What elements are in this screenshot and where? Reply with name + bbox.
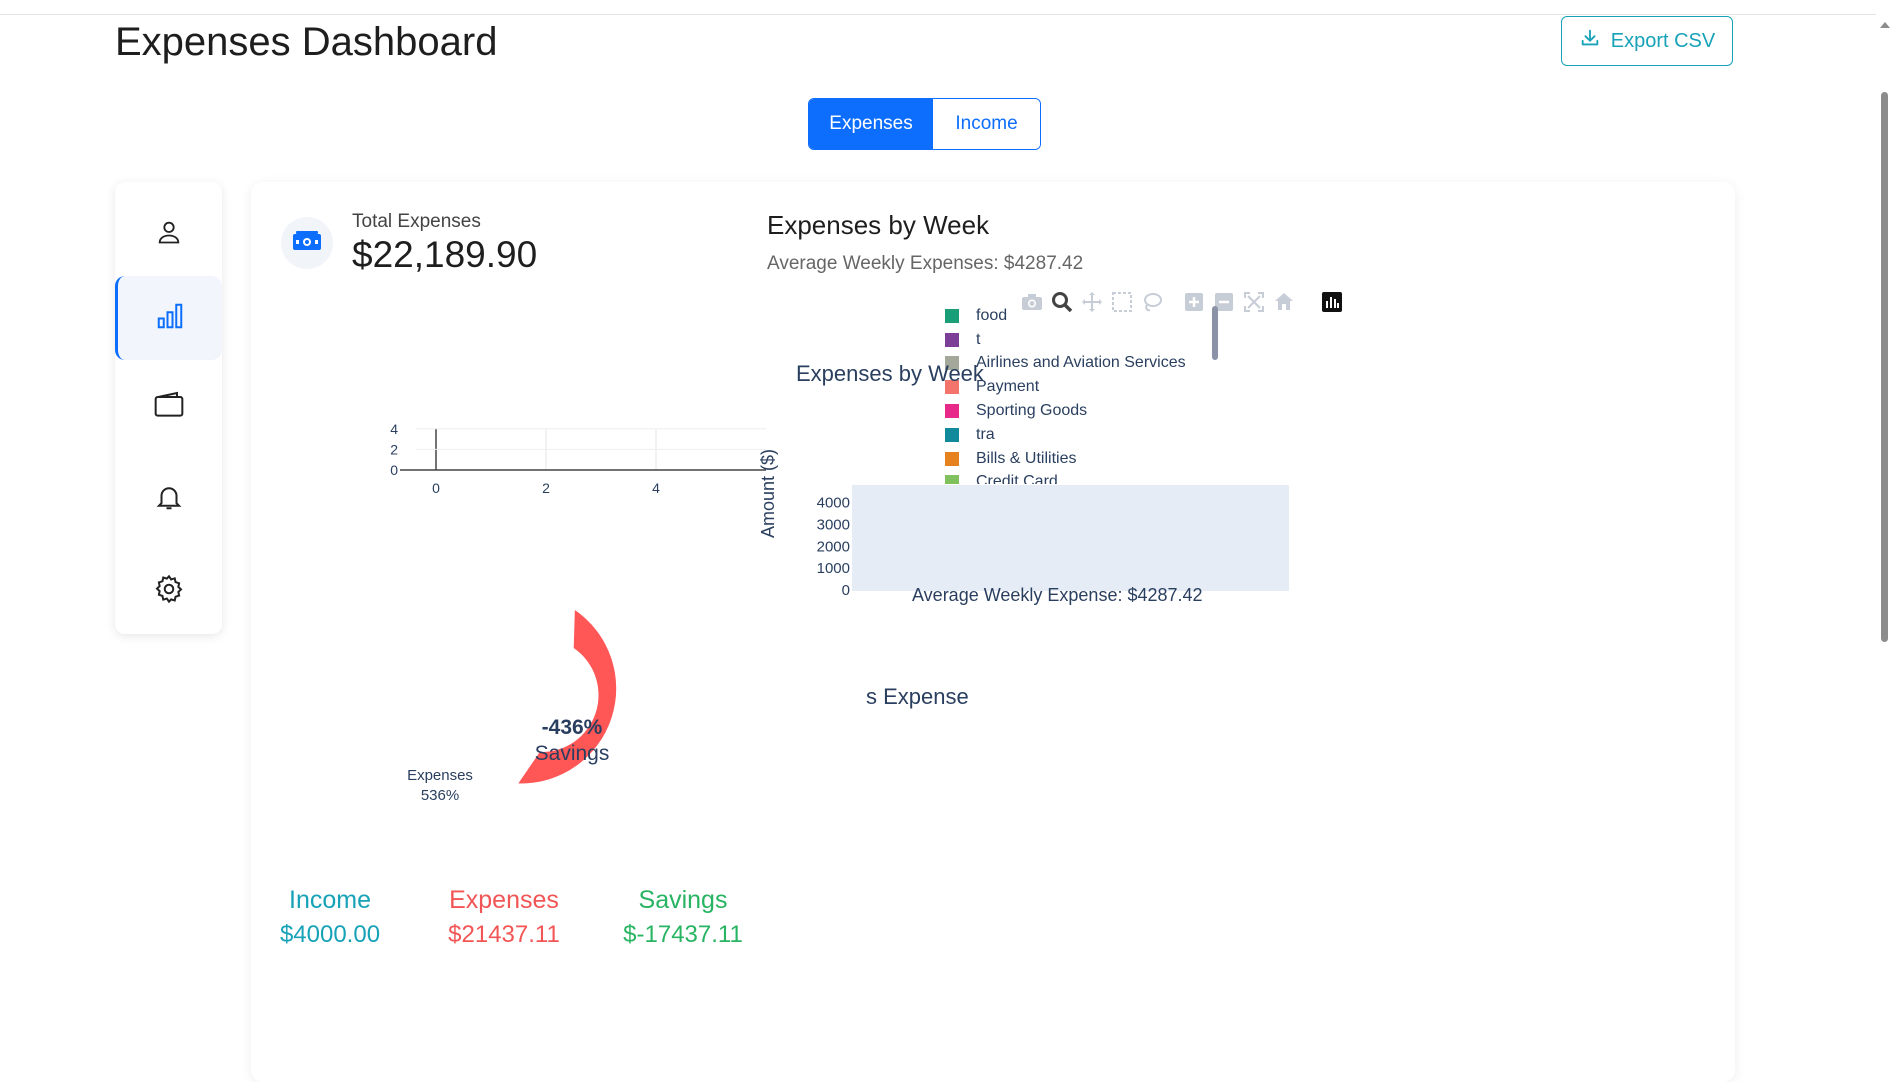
legend-label: t bbox=[976, 330, 981, 348]
sidebar-item-notifications[interactable] bbox=[115, 457, 222, 541]
summary-expenses: Expenses $21437.11 bbox=[444, 886, 564, 949]
wallet-icon bbox=[153, 389, 185, 426]
y-tick-label: 0 bbox=[842, 582, 850, 599]
legend-item[interactable]: Bills & Utilities bbox=[945, 447, 1230, 471]
y-tick-label: 4 bbox=[390, 421, 398, 437]
x-tick-label: 4 bbox=[652, 480, 660, 496]
sidebar bbox=[115, 182, 222, 634]
legend-label: Payment bbox=[976, 378, 1040, 396]
chart-legend: food t Airlines and Aviation Services Payme… bbox=[945, 304, 1230, 484]
autoscale-icon[interactable] bbox=[1242, 290, 1266, 314]
legend-item[interactable]: tra bbox=[945, 423, 1230, 447]
donut-slice-pct: 536% bbox=[421, 787, 459, 804]
total-expenses-label: Total Expenses bbox=[352, 211, 481, 232]
legend-label: tra bbox=[976, 425, 995, 443]
legend-item[interactable]: Sporting Goods bbox=[945, 399, 1230, 423]
legend-item[interactable]: Airlines and Aviation Services bbox=[945, 352, 1230, 376]
y-tick-label: 2 bbox=[390, 441, 398, 457]
legend-swatch bbox=[945, 332, 959, 347]
expenses-label: Expenses bbox=[449, 886, 559, 914]
weekly-plot-title: Expenses by Week bbox=[796, 361, 984, 386]
income-value: $4000.00 bbox=[279, 921, 381, 948]
savings-donut-chart: -436% Savings Expenses 536% bbox=[407, 610, 617, 804]
y-tick-label: 4000 bbox=[817, 495, 850, 512]
sidebar-item-wallet[interactable] bbox=[115, 365, 222, 449]
expenses-value: $21437.11 bbox=[448, 921, 560, 948]
donut-center-value: -436% bbox=[542, 716, 603, 739]
empty-line-chart: 0 2 4 0 2 4 bbox=[390, 421, 766, 496]
home-icon[interactable] bbox=[1272, 290, 1296, 314]
legend-swatch bbox=[945, 308, 959, 323]
x-tick-label: 0 bbox=[432, 480, 440, 496]
view-toggle: Expenses Income bbox=[808, 98, 1041, 150]
export-csv-button[interactable]: Export CSV bbox=[1561, 16, 1733, 66]
weekly-section-title: Expenses by Week bbox=[767, 210, 990, 240]
cash-icon bbox=[291, 229, 323, 258]
y-tick-label: 2000 bbox=[817, 538, 850, 555]
legend-item[interactable]: t bbox=[945, 328, 1230, 352]
legend-label: Airlines and Aviation Services bbox=[976, 354, 1186, 372]
legend-label: Sporting Goods bbox=[976, 402, 1088, 420]
x-tick-label: 2 bbox=[542, 480, 550, 496]
tab-expenses[interactable]: Expenses bbox=[809, 99, 933, 149]
average-annotation: Average Weekly Expense: $4287.42 bbox=[912, 585, 1203, 605]
sidebar-item-settings[interactable] bbox=[115, 549, 222, 633]
savings-value: $-17437.11 bbox=[623, 921, 743, 948]
legend-swatch bbox=[945, 427, 959, 442]
legend-item[interactable]: food bbox=[945, 304, 1230, 328]
y-tick-label: 3000 bbox=[817, 517, 850, 534]
y-axis-title: Amount ($) bbox=[758, 448, 778, 538]
summary-income: Income $4000.00 bbox=[270, 886, 390, 949]
scroll-up-icon[interactable] bbox=[1879, 20, 1891, 30]
gear-icon bbox=[153, 573, 185, 610]
page-title: Expenses Dashboard bbox=[115, 20, 498, 64]
tab-income[interactable]: Income bbox=[933, 99, 1040, 149]
donut-slice-label: Expenses bbox=[407, 767, 473, 784]
savings-label: Savings bbox=[638, 886, 728, 914]
second-plot-title: s Expense bbox=[866, 684, 969, 709]
legend-swatch bbox=[945, 451, 959, 466]
y-tick-label: 1000 bbox=[817, 560, 850, 577]
donut-center-label: Savings bbox=[535, 742, 610, 765]
export-csv-label: Export CSV bbox=[1610, 29, 1716, 52]
bell-icon bbox=[154, 482, 184, 517]
legend-scrollbar[interactable] bbox=[1212, 306, 1218, 360]
income-label: Income bbox=[289, 886, 371, 914]
page-scrollbar-thumb[interactable] bbox=[1881, 92, 1888, 642]
bar-chart-icon bbox=[155, 301, 185, 336]
legend-label: food bbox=[976, 306, 1008, 324]
legend-item[interactable]: Payment bbox=[945, 375, 1230, 399]
sidebar-item-profile[interactable] bbox=[115, 192, 222, 276]
top-divider bbox=[0, 14, 1876, 15]
total-icon-circle bbox=[281, 217, 333, 269]
sidebar-item-analytics[interactable] bbox=[115, 276, 222, 360]
weekly-average-text: Average Weekly Expenses: $4287.42 bbox=[767, 253, 1084, 274]
download-icon bbox=[1579, 27, 1601, 55]
y-tick-label: 0 bbox=[390, 462, 398, 478]
legend-swatch bbox=[945, 404, 959, 419]
legend-label: Bills & Utilities bbox=[976, 449, 1077, 467]
summary-savings: Savings $-17437.11 bbox=[618, 886, 748, 949]
user-icon bbox=[155, 218, 183, 251]
plotly-logo-icon[interactable] bbox=[1320, 290, 1344, 314]
total-expenses-value: $22,189.90 bbox=[352, 234, 538, 275]
